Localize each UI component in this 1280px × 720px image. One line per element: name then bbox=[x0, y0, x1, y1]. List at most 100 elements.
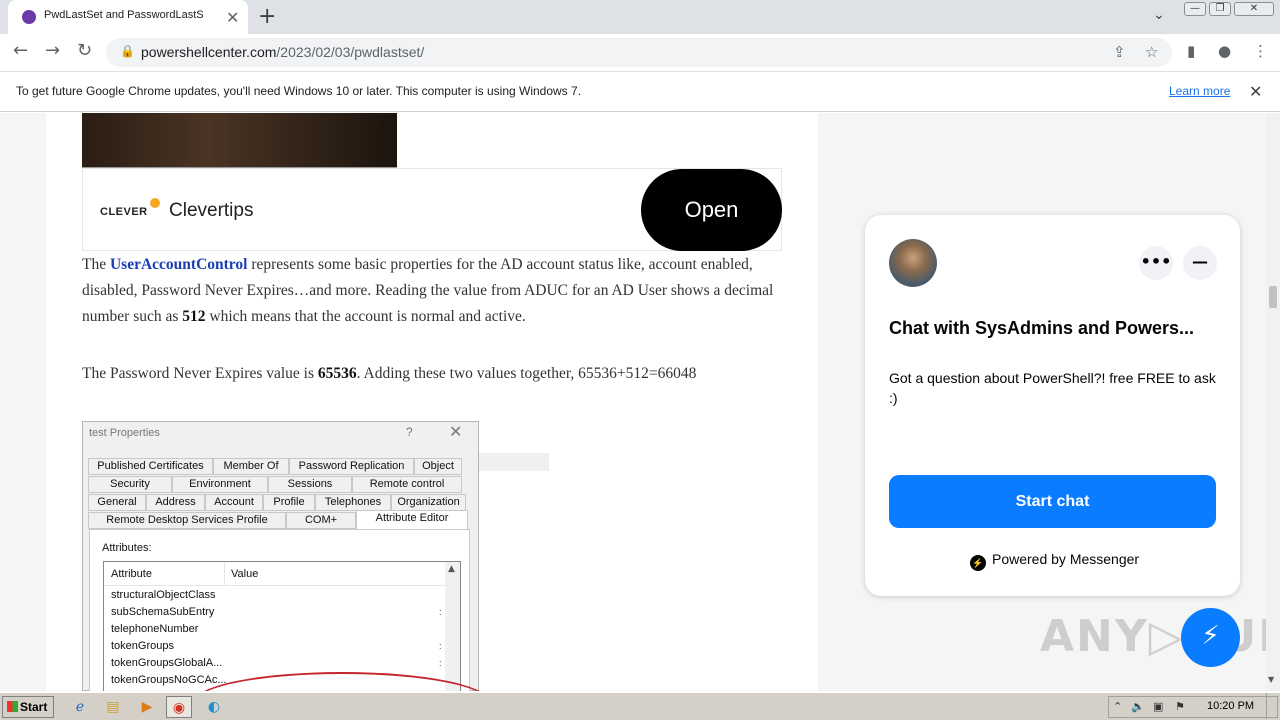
update-infobar: To get future Google Chrome updates, you… bbox=[0, 72, 1280, 112]
value-truncation-mark: : bbox=[439, 641, 442, 651]
attributes-label: Attributes: bbox=[102, 542, 152, 554]
edge-icon[interactable]: ◐ bbox=[201, 696, 227, 718]
dialog-side-strip bbox=[479, 453, 549, 471]
properties-dialog: test Properties ? ✕ Published Certificat… bbox=[82, 421, 479, 691]
menu-icon[interactable]: ⋮ bbox=[1253, 42, 1268, 60]
learn-more-link[interactable]: Learn more bbox=[1169, 84, 1230, 98]
useraccountcontrol-link[interactable]: UserAccountControl bbox=[110, 256, 247, 273]
avatar bbox=[889, 239, 937, 287]
forward-button[interactable]: → bbox=[45, 40, 60, 61]
attribute-row: tokenGroups bbox=[111, 640, 174, 652]
minimize-button[interactable]: — bbox=[1184, 2, 1206, 16]
tab-organization: Organization bbox=[391, 494, 466, 511]
internet-explorer-icon[interactable]: ℯ bbox=[67, 696, 93, 718]
show-desktop-button[interactable] bbox=[1266, 693, 1278, 719]
tab-strip: PwdLastSet and PasswordLastSet ✕ + ⌄ — ❐… bbox=[0, 0, 1280, 34]
system-tray: ⌃ 🔈 ▣ ⚑ 10:20 PM bbox=[1108, 696, 1278, 718]
ad-open-button[interactable]: Open bbox=[641, 169, 782, 251]
restore-button[interactable]: ❐ bbox=[1209, 2, 1231, 16]
tab-close-icon[interactable]: ✕ bbox=[226, 8, 239, 27]
ad-logo-dot-icon bbox=[149, 198, 160, 208]
tab-remote-control: Remote control bbox=[352, 476, 462, 493]
minimize-chat-button[interactable]: — bbox=[1183, 246, 1217, 280]
url-host: powershellcenter.com bbox=[141, 44, 277, 60]
page-content: CLEVER Clevertips Open The UserAccountCo… bbox=[0, 113, 1266, 691]
page-scrollbar[interactable]: ▼ bbox=[1266, 113, 1280, 691]
lock-icon[interactable]: 🔒 bbox=[120, 44, 135, 58]
p1-bold-512: 512 bbox=[182, 308, 206, 325]
messenger-bubble-icon[interactable]: ⚡ bbox=[1181, 608, 1240, 667]
new-tab-button[interactable]: + bbox=[258, 4, 276, 29]
ad-logo-text: CLEVER bbox=[100, 206, 148, 218]
p2-bold-65536: 65536 bbox=[317, 365, 357, 382]
browser-tab[interactable]: PwdLastSet and PasswordLastSet ✕ bbox=[8, 0, 248, 34]
article: CLEVER Clevertips Open The UserAccountCo… bbox=[46, 113, 818, 691]
clock[interactable]: 10:20 PM bbox=[1207, 700, 1254, 712]
messenger-icon: ⚡ bbox=[970, 555, 986, 571]
tab-account: Account bbox=[205, 494, 263, 511]
attribute-row: subSchemaSubEntry bbox=[111, 606, 215, 618]
address-bar[interactable]: 🔒 powershellcenter.com/2023/02/03/pwdlas… bbox=[106, 38, 1172, 67]
attribute-row: tokenGroupsNoGCAc... bbox=[111, 674, 227, 686]
start-label: Start bbox=[20, 700, 48, 714]
more-options-button[interactable]: ••• bbox=[1139, 246, 1173, 280]
article-screenshot: test Properties ? ✕ Published Certificat… bbox=[82, 421, 578, 691]
tab-search-icon[interactable]: ⌄ bbox=[1153, 7, 1165, 23]
chat-description: Got a question about PowerShell?! free F… bbox=[889, 370, 1216, 406]
action-center-flag-icon[interactable]: ⚑ bbox=[1175, 700, 1185, 713]
paragraph-password-never-expires: The Password Never Expires value is 6553… bbox=[82, 361, 782, 387]
tab-title: PwdLastSet and PasswordLastSet bbox=[44, 9, 204, 21]
value-truncation-mark: : bbox=[439, 658, 442, 668]
tab-com-plus: COM+ bbox=[286, 512, 356, 529]
windows-flag-icon bbox=[7, 701, 18, 712]
network-icon[interactable]: ▣ bbox=[1153, 700, 1163, 713]
profile-icon[interactable]: ● bbox=[1218, 42, 1231, 60]
ad-banner[interactable]: CLEVER Clevertips Open bbox=[82, 168, 782, 251]
tab-password-replication: Password Replication bbox=[289, 458, 414, 475]
reload-button[interactable]: ↻ bbox=[77, 40, 92, 61]
p1-text-1: The bbox=[82, 256, 110, 273]
site-favicon-icon bbox=[22, 10, 36, 24]
dialog-close-icon: ✕ bbox=[449, 422, 463, 441]
ad-logo: CLEVER bbox=[100, 198, 160, 218]
chrome-icon[interactable]: ◉ bbox=[166, 696, 192, 718]
dialog-title: test Properties bbox=[89, 427, 160, 439]
start-chat-button[interactable]: Start chat bbox=[889, 475, 1216, 528]
p1-text-3: which means that the account is normal a… bbox=[205, 308, 526, 325]
bookmark-star-icon[interactable]: ☆ bbox=[1145, 43, 1158, 61]
close-window-button[interactable]: ✕ bbox=[1234, 2, 1274, 16]
tab-address: Address bbox=[146, 494, 205, 511]
tab-remote-desktop-services-profile: Remote Desktop Services Profile bbox=[88, 512, 286, 529]
ad-image[interactable] bbox=[82, 113, 397, 168]
header-separator bbox=[224, 562, 225, 586]
media-player-icon[interactable]: ▶ bbox=[134, 696, 160, 718]
tray-expand-icon[interactable]: ⌃ bbox=[1113, 700, 1122, 713]
attribute-row: telephoneNumber bbox=[111, 623, 199, 635]
col-attribute-header: Attribute bbox=[111, 568, 152, 580]
scrollbar-thumb[interactable] bbox=[1269, 286, 1277, 308]
p2-text-2: . Adding these two values together, 6553… bbox=[356, 365, 697, 382]
file-explorer-icon[interactable]: ▤ bbox=[100, 696, 126, 718]
attribute-row: tokenGroupsGlobalA... bbox=[111, 657, 223, 669]
tab-environment: Environment bbox=[172, 476, 268, 493]
attributes-list-header: Attribute Value bbox=[104, 562, 445, 586]
scroll-down-arrow-icon[interactable]: ▼ bbox=[1268, 675, 1274, 684]
side-panel-icon[interactable]: ▮ bbox=[1187, 42, 1195, 60]
url-text[interactable]: powershellcenter.com/2023/02/03/pwdlasts… bbox=[141, 44, 424, 60]
back-button[interactable]: ← bbox=[13, 40, 28, 61]
powered-by-text: Powered by Messenger bbox=[992, 551, 1140, 567]
infobar-close-icon[interactable]: ✕ bbox=[1249, 82, 1262, 101]
scroll-up-arrow-icon: ▲ bbox=[448, 564, 455, 574]
taskbar: Start ℯ ▤ ▶ ◉ ◐ ⌃ 🔈 ▣ ⚑ 10:20 PM bbox=[0, 692, 1280, 720]
volume-icon[interactable]: 🔈 bbox=[1131, 700, 1145, 713]
infobar-message: To get future Google Chrome updates, you… bbox=[16, 84, 582, 98]
share-icon[interactable]: ⇪ bbox=[1113, 43, 1126, 61]
attributes-scrollbar: ▲ bbox=[445, 562, 460, 691]
start-button[interactable]: Start bbox=[2, 696, 54, 718]
col-value-header: Value bbox=[231, 568, 259, 580]
messenger-chat-widget: ••• — Chat with SysAdmins and Powers... … bbox=[865, 215, 1240, 596]
tab-member-of: Member Of bbox=[213, 458, 289, 475]
attribute-row: structuralObjectClass bbox=[111, 589, 216, 601]
tab-object: Object bbox=[414, 458, 462, 475]
url-path: /2023/02/03/pwdlastset/ bbox=[276, 44, 425, 60]
